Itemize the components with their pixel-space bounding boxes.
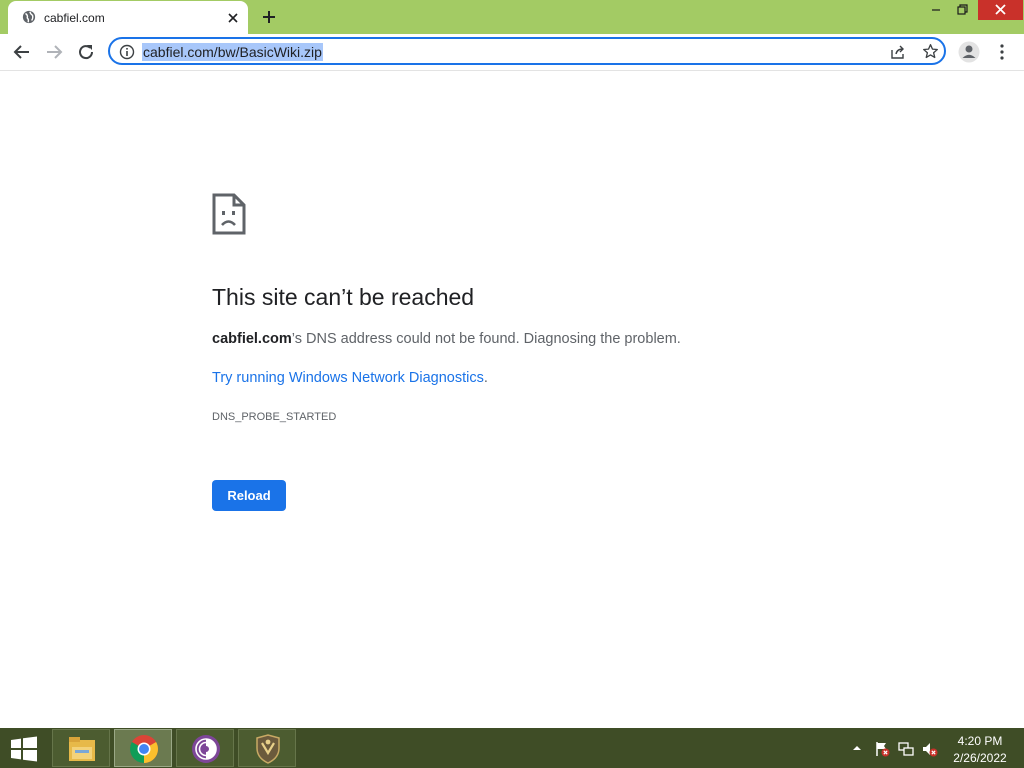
close-window-icon[interactable] <box>978 0 1023 20</box>
network-diagnostics-link-row: Try running Windows Network Diagnostics. <box>212 370 488 386</box>
browser-tab[interactable]: cabfiel.com <box>8 1 248 34</box>
network-diagnostics-link[interactable]: Try running Windows Network Diagnostics <box>212 370 484 386</box>
reload-button[interactable]: Reload <box>212 480 286 511</box>
error-description-text: ’s DNS address could not be found. Diagn… <box>291 331 681 347</box>
bookmark-star-icon[interactable] <box>922 43 939 60</box>
forward-arrow-icon[interactable] <box>44 42 64 62</box>
share-icon[interactable] <box>890 44 906 60</box>
error-domain: cabfiel.com <box>212 331 292 347</box>
file-explorer-icon <box>69 737 95 761</box>
address-bar-url[interactable]: cabfiel.com/bw/BasicWiki.zip <box>142 43 323 61</box>
restore-window-icon[interactable] <box>946 0 978 20</box>
reload-icon[interactable] <box>76 42 96 62</box>
new-tab-plus-icon[interactable] <box>260 8 278 26</box>
error-title: This site can’t be reached <box>212 284 475 310</box>
site-info-icon[interactable] <box>119 44 135 60</box>
browser-menu-icon[interactable] <box>996 43 1008 61</box>
sad-document-icon <box>212 193 246 235</box>
error-code: DNS_PROBE_STARTED <box>212 411 337 423</box>
volume-muted-icon[interactable] <box>922 741 938 757</box>
taskbar-tor-browser[interactable] <box>176 729 234 767</box>
chrome-icon <box>130 735 158 763</box>
browser-toolbar: cabfiel.com/bw/BasicWiki.zip <box>0 34 1024 71</box>
back-arrow-icon[interactable] <box>12 42 32 62</box>
error-description: cabfiel.com’s DNS address could not be f… <box>212 331 681 347</box>
browser-title-bar: cabfiel.com <box>0 0 1024 34</box>
shield-app-icon <box>256 734 280 764</box>
clock-date[interactable]: 2/26/2022 <box>948 751 1012 765</box>
network-status-icon[interactable] <box>898 741 914 757</box>
taskbar-shield-app[interactable] <box>238 729 296 767</box>
address-bar[interactable]: cabfiel.com/bw/BasicWiki.zip <box>108 37 946 65</box>
clock-time[interactable]: 4:20 PM <box>948 734 1012 748</box>
profile-avatar-icon[interactable] <box>958 41 980 63</box>
globe-icon <box>22 10 36 24</box>
taskbar-file-explorer[interactable] <box>52 729 110 767</box>
windows-start-icon[interactable] <box>10 736 38 762</box>
windows-taskbar: 4:20 PM 2/26/2022 <box>0 728 1024 768</box>
tab-close-icon[interactable] <box>225 10 241 26</box>
tor-browser-icon <box>192 735 220 763</box>
taskbar-chrome[interactable] <box>114 729 172 767</box>
show-hidden-icons-arrow-icon[interactable] <box>852 744 862 752</box>
link-suffix: . <box>483 370 488 386</box>
action-center-flag-icon[interactable] <box>874 741 890 757</box>
tab-title: cabfiel.com <box>44 11 105 25</box>
